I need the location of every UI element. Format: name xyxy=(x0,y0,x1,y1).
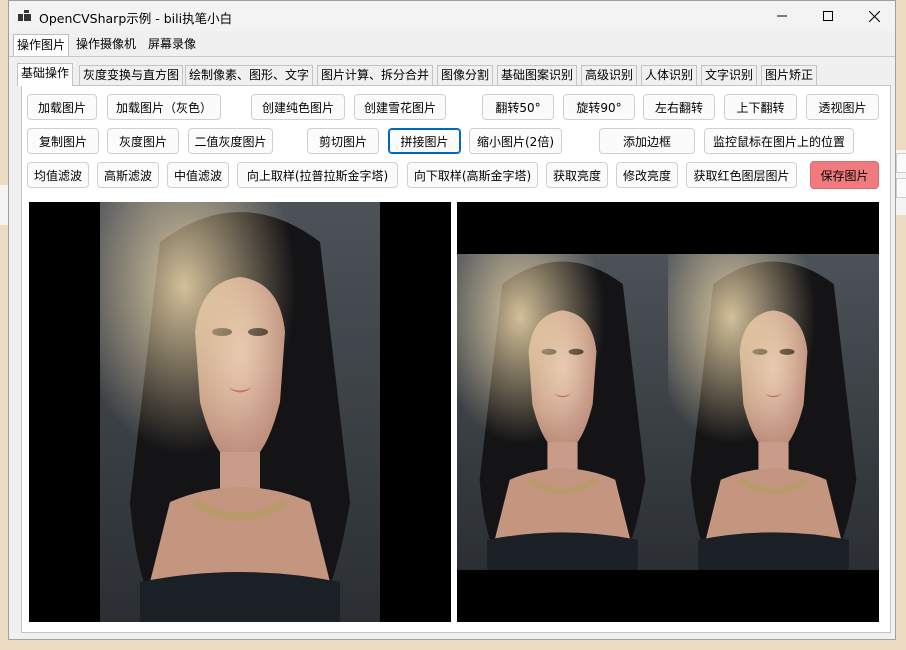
tab-image-compute[interactable]: 图片计算、拆分合并 xyxy=(317,65,434,85)
main-window: OpenCVSharp示例 - bili执笔小白 操作图片 操作摄像机 屏幕录像… xyxy=(8,0,896,640)
tab-image-segmentation[interactable]: 图像分割 xyxy=(437,65,494,85)
pyr-up-button[interactable]: 向上取样(拉普拉斯金字塔) xyxy=(237,162,398,188)
mean-filter-button[interactable]: 均值滤波 xyxy=(27,162,89,188)
menu-divider xyxy=(9,56,895,57)
shrink-image-button[interactable]: 缩小图片(2倍) xyxy=(469,128,562,154)
pyr-down-button[interactable]: 向下取样(高斯金字塔) xyxy=(407,162,538,188)
median-filter-button[interactable]: 中值滤波 xyxy=(167,162,229,188)
result-image-box[interactable] xyxy=(457,202,879,622)
background-window-edge-left xyxy=(0,185,8,225)
flip-vertical-button[interactable]: 上下翻转 xyxy=(724,94,797,120)
maximize-button[interactable] xyxy=(805,1,851,31)
tab-basic-operations[interactable]: 基础操作 xyxy=(17,63,74,86)
maximize-icon xyxy=(823,11,833,21)
copy-image-button[interactable]: 复制图片 xyxy=(27,128,99,154)
app-grid-icon xyxy=(18,10,31,21)
title-bar[interactable]: OpenCVSharp示例 - bili执笔小白 xyxy=(9,1,895,31)
modify-brightness-button[interactable]: 修改亮度 xyxy=(616,162,678,188)
menu-bar: 操作图片 操作摄像机 屏幕录像 xyxy=(9,34,895,56)
rotate-90-button[interactable]: 旋转90° xyxy=(563,94,635,120)
concat-image-right xyxy=(668,254,879,570)
background-control-right xyxy=(896,153,906,173)
gray-image-button[interactable]: 灰度图片 xyxy=(107,128,179,154)
close-icon xyxy=(868,10,880,22)
minimize-icon xyxy=(777,15,787,17)
create-solid-image-button[interactable]: 创建纯色图片 xyxy=(251,94,345,120)
tab-image-correction[interactable]: 图片矫正 xyxy=(761,65,818,85)
tab-human-recognition[interactable]: 人体识别 xyxy=(641,65,698,85)
flip-horizontal-button[interactable]: 左右翻转 xyxy=(643,94,715,120)
close-button[interactable] xyxy=(851,1,895,31)
menu-operate-camera[interactable]: 操作摄像机 xyxy=(73,34,139,56)
menu-screen-record[interactable]: 屏幕录像 xyxy=(145,34,199,56)
concat-image-left xyxy=(457,254,668,570)
get-red-layer-button[interactable]: 获取红色图层图片 xyxy=(686,162,797,188)
load-image-button[interactable]: 加载图片 xyxy=(27,94,97,120)
minimize-button[interactable] xyxy=(759,1,805,31)
tab-advanced-recognition[interactable]: 高级识别 xyxy=(581,65,638,85)
load-image-gray-button[interactable]: 加载图片（灰色） xyxy=(107,94,221,120)
get-brightness-button[interactable]: 获取亮度 xyxy=(546,162,608,188)
concat-image-button[interactable]: 拼接图片 xyxy=(388,128,461,154)
portrait-image xyxy=(100,202,380,622)
gaussian-filter-button[interactable]: 高斯滤波 xyxy=(97,162,159,188)
source-image-box[interactable] xyxy=(29,202,451,622)
flip-50-button[interactable]: 翻转50° xyxy=(482,94,554,120)
save-image-button[interactable]: 保存图片 xyxy=(810,161,879,189)
tab-basic-pattern-recognition[interactable]: 基础图案识别 xyxy=(497,65,578,85)
tab-draw-pixels[interactable]: 绘制像素、图形、文字 xyxy=(185,65,314,85)
background-control-right-2 xyxy=(896,178,906,198)
window-title: OpenCVSharp示例 - bili执笔小白 xyxy=(39,11,233,26)
binary-gray-image-button[interactable]: 二值灰度图片 xyxy=(188,128,273,154)
tab-text-recognition[interactable]: 文字识别 xyxy=(701,65,758,85)
monitor-mouse-position-button[interactable]: 监控鼠标在图片上的位置 xyxy=(704,128,854,154)
add-border-button[interactable]: 添加边框 xyxy=(599,128,695,154)
crop-image-button[interactable]: 剪切图片 xyxy=(307,128,379,154)
perspective-image-button[interactable]: 透视图片 xyxy=(806,94,879,120)
menu-operate-image[interactable]: 操作图片 xyxy=(13,34,70,56)
tab-strip: 基础操作 灰度变换与直方图 绘制像素、图形、文字 图片计算、拆分合并 图像分割 … xyxy=(9,63,895,86)
create-snow-image-button[interactable]: 创建雪花图片 xyxy=(354,94,446,120)
tab-gray-histogram[interactable]: 灰度变换与直方图 xyxy=(79,65,184,85)
